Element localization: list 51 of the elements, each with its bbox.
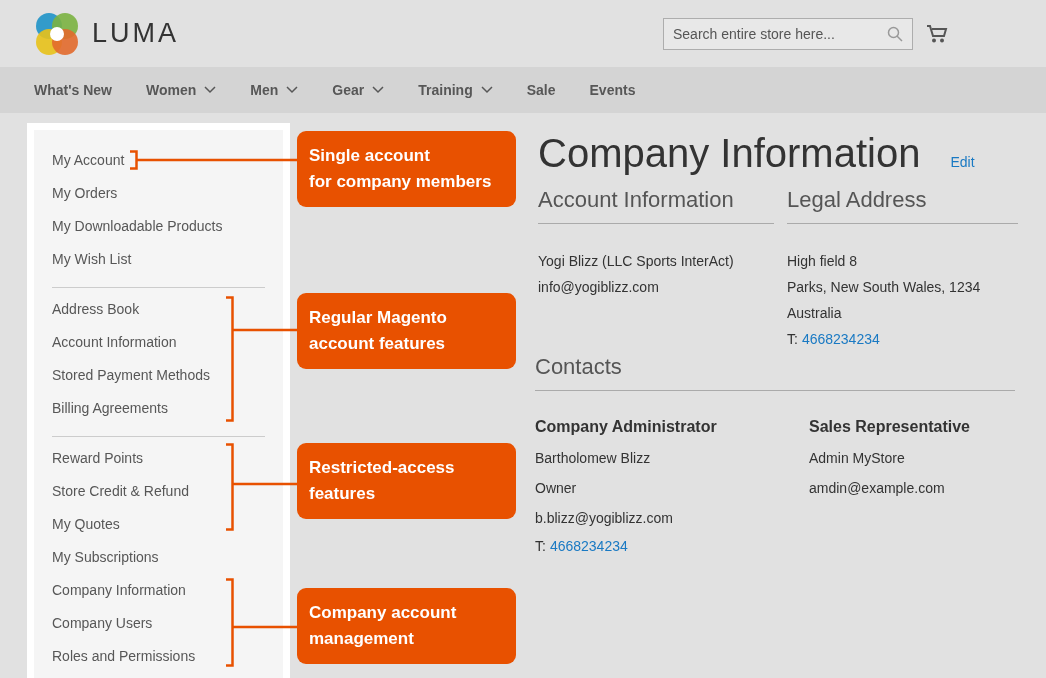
- info-text: Australia: [787, 304, 843, 323]
- phone-label: T:: [787, 330, 798, 349]
- sidebar-link[interactable]: My Downloadable Products: [52, 213, 223, 246]
- cart-icon[interactable]: [926, 23, 948, 44]
- sidebar-link[interactable]: Billing Agreements: [52, 395, 168, 428]
- nav-link[interactable]: Events: [589, 79, 636, 101]
- sidebar-link[interactable]: Stored Payment Methods: [52, 362, 210, 395]
- info-text: Admin MyStore: [809, 449, 906, 468]
- info-text: info@yogiblizz.com: [538, 278, 660, 297]
- sidebar-link[interactable]: Company Information: [52, 577, 186, 610]
- sidebar-link[interactable]: Company Users: [52, 610, 153, 643]
- sidebar-link[interactable]: My Orders: [52, 180, 118, 213]
- info-text: Yogi Blizz (LLC Sports InterAct): [538, 252, 735, 271]
- info-text: Bartholomew Blizz: [535, 449, 652, 468]
- callout-label: Single account for company members: [297, 131, 516, 207]
- section-heading: Account Information: [538, 185, 774, 224]
- sidebar-link[interactable]: My Subscriptions: [52, 544, 159, 577]
- logo-text: LUMA: [92, 17, 179, 51]
- sidebar-link[interactable]: My Account: [52, 147, 125, 180]
- edit-link[interactable]: Edit: [950, 152, 975, 173]
- logo-icon: [34, 10, 80, 57]
- info-text: b.blizz@yogiblizz.com: [535, 509, 674, 528]
- nav-link[interactable]: Training: [418, 79, 493, 101]
- info-text: High field 8: [787, 252, 859, 271]
- callout-label: Restricted-access features: [297, 443, 516, 519]
- section-heading: Contacts: [535, 352, 1015, 391]
- nav-link[interactable]: Gear: [332, 79, 385, 101]
- info-text: Parks, New South Wales, 1234: [787, 278, 982, 297]
- page-title: Company Information: [538, 130, 921, 177]
- sidebar-link[interactable]: My Wish List: [52, 246, 132, 279]
- nav-link[interactable]: What's New: [34, 79, 112, 101]
- nav-link[interactable]: Women: [146, 79, 217, 101]
- sidebar-link[interactable]: Roles and Permissions: [52, 643, 196, 676]
- info-text: amdin@example.com: [809, 479, 946, 498]
- sidebar-link[interactable]: Reward Points: [52, 445, 144, 478]
- info-text: Owner: [535, 479, 578, 498]
- nav-link[interactable]: Sale: [526, 79, 556, 101]
- sidebar-link[interactable]: Store Credit & Refund: [52, 478, 189, 511]
- sidebar-link[interactable]: My Quotes: [52, 511, 120, 544]
- search-field[interactable]: Search entire store here...: [663, 17, 913, 50]
- phone-label: T:: [535, 537, 546, 556]
- nav-link[interactable]: Men: [250, 79, 299, 101]
- sidebar-link[interactable]: Address Book: [52, 296, 140, 329]
- phone-link[interactable]: 4668234234: [801, 326, 880, 352]
- callout-label: Regular Magento account features: [297, 293, 516, 369]
- phone-link[interactable]: 4668234234: [549, 533, 628, 559]
- contact-heading: Sales Representative: [809, 417, 971, 437]
- contact-heading: Company Administrator: [535, 417, 718, 437]
- callout-label: Company account management: [297, 588, 516, 664]
- sidebar-link[interactable]: Account Information: [52, 329, 177, 362]
- section-heading: Legal Address: [787, 185, 1018, 224]
